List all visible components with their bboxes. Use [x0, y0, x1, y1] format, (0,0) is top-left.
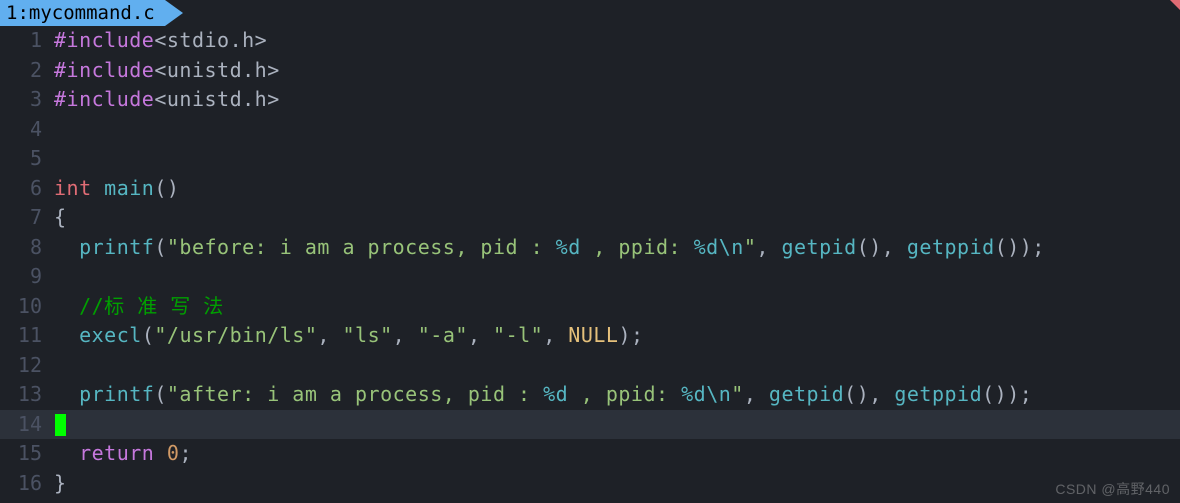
code-line[interactable]: 15 return 0;: [0, 439, 1180, 469]
code-content: [48, 351, 54, 381]
code-content: [48, 115, 54, 145]
code-line[interactable]: 11 execl("/usr/bin/ls", "ls", "-a", "-l"…: [0, 321, 1180, 351]
code-content: [48, 410, 66, 440]
line-number: 5: [0, 144, 48, 174]
tab-separator: :: [17, 0, 28, 26]
code-content: return 0;: [48, 439, 192, 469]
code-line[interactable]: 16 }: [0, 469, 1180, 499]
code-content: #include<stdio.h>: [48, 26, 267, 56]
code-content: {: [48, 203, 67, 233]
line-number: 14: [0, 410, 48, 440]
code-line[interactable]: 4: [0, 115, 1180, 145]
code-content: [48, 262, 54, 292]
code-line[interactable]: 12: [0, 351, 1180, 381]
code-editor[interactable]: 1: mycommand.c 1 #include<stdio.h> 2 #in…: [0, 0, 1180, 503]
line-number: 11: [0, 321, 48, 351]
code-content: }: [48, 469, 67, 499]
line-number: 16: [0, 469, 48, 499]
code-line-current[interactable]: 14: [0, 410, 1180, 440]
line-number: 4: [0, 115, 48, 145]
code-line[interactable]: 5: [0, 144, 1180, 174]
code-line[interactable]: 13 printf("after: i am a process, pid : …: [0, 380, 1180, 410]
tab-filename: mycommand.c: [29, 0, 155, 26]
code-content: printf("after: i am a process, pid : %d …: [48, 380, 1032, 410]
line-number: 13: [0, 380, 48, 410]
code-line[interactable]: 6 int main(): [0, 174, 1180, 204]
code-area[interactable]: 1 #include<stdio.h> 2 #include<unistd.h>…: [0, 26, 1180, 498]
line-number: 8: [0, 233, 48, 263]
line-number: 10: [0, 292, 48, 322]
code-content: printf("before: i am a process, pid : %d…: [48, 233, 1045, 263]
code-content: int main(): [48, 174, 179, 204]
code-line[interactable]: 2 #include<unistd.h>: [0, 56, 1180, 86]
error-marker-icon: [1170, 0, 1180, 10]
code-content: #include<unistd.h>: [48, 85, 280, 115]
line-number: 3: [0, 85, 48, 115]
line-number: 1: [0, 26, 48, 56]
tab-index: 1: [6, 0, 17, 26]
line-number: 15: [0, 439, 48, 469]
code-line[interactable]: 9: [0, 262, 1180, 292]
code-content: #include<unistd.h>: [48, 56, 280, 86]
line-number: 6: [0, 174, 48, 204]
code-line[interactable]: 10 //标 准 写 法: [0, 292, 1180, 322]
code-content: //标 准 写 法: [48, 292, 224, 322]
code-line[interactable]: 7 {: [0, 203, 1180, 233]
line-number: 7: [0, 203, 48, 233]
code-line[interactable]: 3 #include<unistd.h>: [0, 85, 1180, 115]
watermark-label: CSDN @高野440: [1055, 479, 1170, 499]
line-number: 9: [0, 262, 48, 292]
code-line[interactable]: 1 #include<stdio.h>: [0, 26, 1180, 56]
tab-bar: 1: mycommand.c: [0, 0, 1180, 26]
cursor-icon: [55, 414, 66, 436]
code-content: [48, 144, 54, 174]
tab-active[interactable]: 1: mycommand.c: [0, 0, 165, 26]
line-number: 2: [0, 56, 48, 86]
line-number: 12: [0, 351, 48, 381]
code-line[interactable]: 8 printf("before: i am a process, pid : …: [0, 233, 1180, 263]
code-content: execl("/usr/bin/ls", "ls", "-a", "-l", N…: [48, 321, 644, 351]
